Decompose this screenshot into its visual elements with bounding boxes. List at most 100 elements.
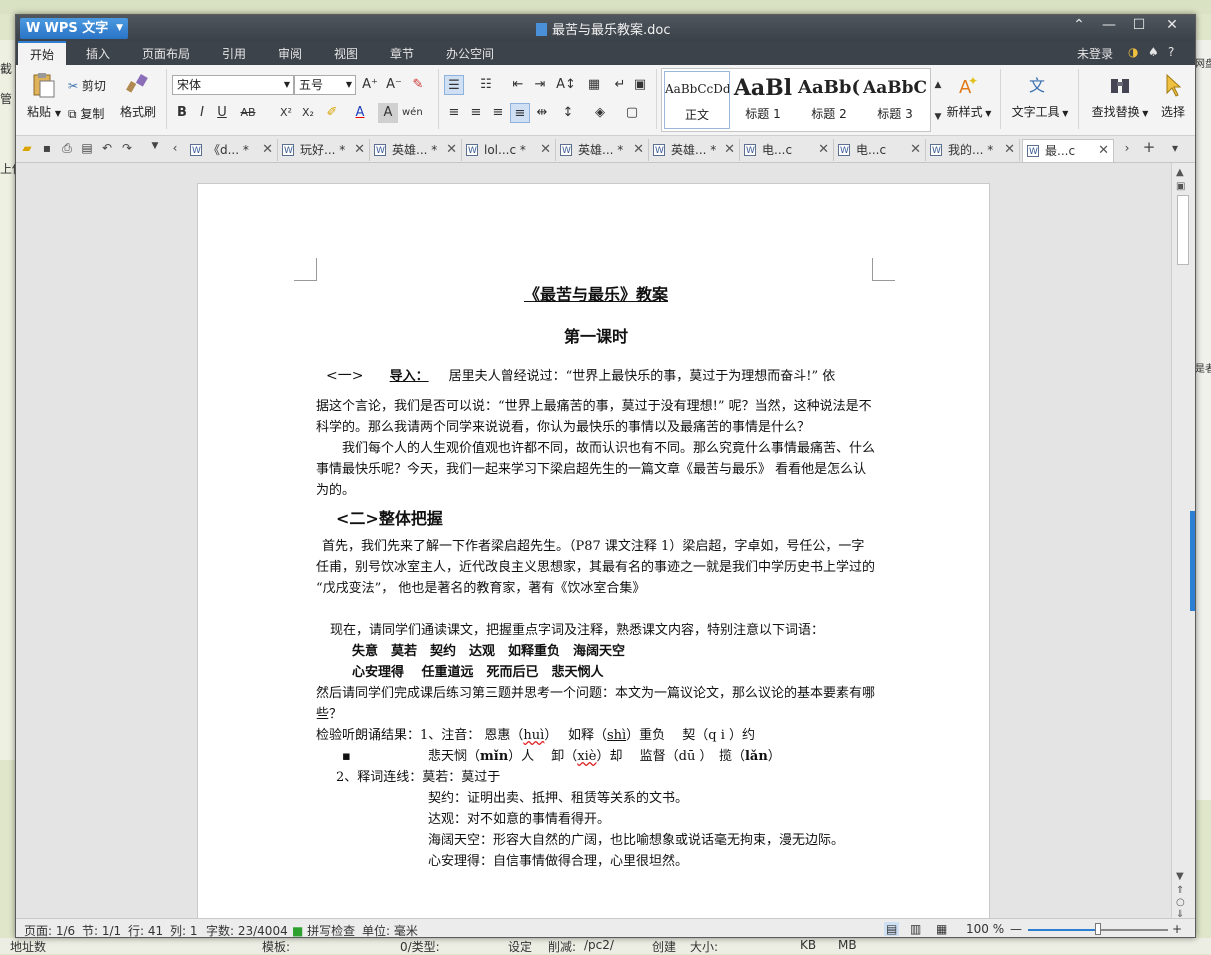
bold-icon[interactable]: B bbox=[172, 103, 192, 123]
menu-view[interactable]: 视图 bbox=[334, 45, 358, 62]
app-menu-button[interactable]: W WPS 文字 ▼ bbox=[20, 18, 128, 39]
doc-tab[interactable]: 英雄... * ✕ bbox=[370, 139, 462, 162]
font-color-icon[interactable]: A bbox=[350, 103, 370, 123]
chevron-right-icon[interactable]: › bbox=[1118, 141, 1136, 155]
close-icon[interactable]: ✕ bbox=[633, 139, 644, 161]
close-icon[interactable]: ✕ bbox=[354, 139, 365, 161]
paint-bucket-icon[interactable]: ◈ bbox=[590, 103, 610, 123]
cut-button[interactable]: ✂ 剪切 bbox=[68, 77, 106, 94]
distributed-icon[interactable]: ⇹ bbox=[532, 103, 552, 123]
save-icon[interactable]: ▪ bbox=[38, 141, 56, 155]
font-size-select[interactable]: 五号 ▼ bbox=[294, 75, 356, 95]
zoom-slider-handle[interactable] bbox=[1095, 923, 1101, 935]
underline-icon[interactable]: U bbox=[212, 103, 232, 123]
skin-icon[interactable]: ◑ bbox=[1128, 45, 1138, 59]
justify-icon[interactable]: ≡ bbox=[510, 103, 530, 123]
style-normal[interactable]: AaBbCcDd 正文 bbox=[664, 71, 730, 129]
collapse-ribbon-button[interactable]: ⌃ bbox=[1066, 17, 1092, 33]
table-icon[interactable]: ▦ bbox=[584, 75, 604, 95]
grow-font-icon[interactable]: A⁺ bbox=[360, 75, 380, 95]
text-tools-button[interactable]: 文 文字工具 ▼ bbox=[1006, 71, 1074, 120]
menu-office-space[interactable]: 办公空间 bbox=[446, 45, 494, 62]
undo-icon[interactable]: ↶ bbox=[98, 141, 116, 155]
menu-chapter[interactable]: 章节 bbox=[390, 45, 414, 62]
redo-icon[interactable]: ↷ bbox=[118, 141, 136, 155]
find-replace-button[interactable]: 查找替换 ▼ bbox=[1086, 71, 1154, 120]
style-heading-2[interactable]: AaBb( 标题 2 bbox=[796, 71, 862, 129]
zoom-out-icon[interactable]: — bbox=[1010, 922, 1022, 936]
close-icon[interactable]: ✕ bbox=[262, 139, 273, 161]
chevron-down-icon[interactable]: ▼ bbox=[146, 141, 164, 151]
align-center-icon[interactable]: ≡ bbox=[466, 103, 486, 123]
style-heading-1[interactable]: AaBl 标题 1 bbox=[730, 71, 796, 129]
new-style-button[interactable]: A ✦ 新样式 ▼ bbox=[941, 71, 997, 120]
menu-page-layout[interactable]: 页面布局 bbox=[142, 45, 190, 62]
doc-tab[interactable]: 我的... * ✕ bbox=[926, 139, 1020, 162]
web-view-icon[interactable]: ▦ bbox=[936, 922, 947, 936]
outline-view-icon[interactable]: ▥ bbox=[910, 922, 921, 936]
align-left-icon[interactable]: ≡ bbox=[444, 103, 464, 123]
document-content[interactable]: 《最苦与最乐》教案 第一课时 <一> 导入： 居里夫人曾经说过：“世界上最快乐的事… bbox=[316, 284, 876, 872]
zoom-in-icon[interactable]: + bbox=[1172, 922, 1182, 936]
shirt-icon[interactable]: ♠ bbox=[1148, 45, 1159, 59]
close-icon[interactable]: ✕ bbox=[1098, 140, 1109, 162]
border-icon[interactable]: ▢ bbox=[622, 103, 642, 123]
doc-tab-active[interactable]: 最...c ✕ bbox=[1022, 139, 1114, 163]
scroll-up-icon[interactable]: ▲ bbox=[1176, 167, 1184, 178]
tab-list-icon[interactable]: ▾ bbox=[1166, 141, 1184, 155]
chevron-left-icon[interactable]: ‹ bbox=[166, 141, 184, 155]
decrease-indent-icon[interactable]: ⇤ bbox=[508, 75, 528, 95]
print-icon[interactable]: ⎙ bbox=[58, 141, 76, 156]
side-panel-toggle[interactable] bbox=[1190, 511, 1195, 611]
shrink-font-icon[interactable]: A⁻ bbox=[384, 75, 404, 95]
strikethrough-icon[interactable]: AB bbox=[238, 103, 258, 123]
doc-tab[interactable]: 英雄... * ✕ bbox=[556, 139, 649, 162]
help-button[interactable]: ? bbox=[1168, 45, 1174, 59]
copy-button[interactable]: ⧉ 复制 bbox=[68, 105, 104, 122]
paste-button[interactable]: 粘贴 ▼ bbox=[22, 71, 66, 120]
highlight-icon[interactable]: ✐ bbox=[322, 103, 342, 123]
scroll-down-icon[interactable]: ▼ bbox=[1176, 871, 1184, 882]
font-name-select[interactable]: 宋体 ▼ bbox=[172, 75, 294, 95]
close-button[interactable]: ✕ bbox=[1159, 17, 1185, 33]
minimize-button[interactable]: — bbox=[1096, 17, 1122, 33]
bullet-list-icon[interactable]: ☰ bbox=[444, 75, 464, 95]
zoom-level[interactable]: 100 % bbox=[966, 922, 1004, 936]
page-frame-icon[interactable]: ▣ bbox=[630, 75, 650, 95]
select-object-icon[interactable]: ▣ bbox=[1176, 181, 1185, 192]
line-spacing-icon[interactable]: ↕ bbox=[558, 103, 578, 123]
doc-tab[interactable]: 电...c ✕ bbox=[834, 139, 926, 162]
menu-references[interactable]: 引用 bbox=[222, 45, 246, 62]
align-right-icon[interactable]: ≡ bbox=[488, 103, 508, 123]
char-shading-icon[interactable]: A bbox=[378, 103, 398, 123]
format-painter-button[interactable]: 格式刷 bbox=[116, 71, 160, 120]
menu-insert[interactable]: 插入 bbox=[86, 45, 110, 62]
text-direction-icon[interactable]: A↕ bbox=[556, 75, 576, 95]
doc-tab[interactable]: 玩好... * ✕ bbox=[278, 139, 370, 162]
menu-home[interactable]: 开始 bbox=[18, 41, 67, 65]
status-unit[interactable]: 单位: 毫米 bbox=[362, 922, 418, 937]
close-icon[interactable]: ✕ bbox=[540, 139, 551, 161]
close-icon[interactable]: ✕ bbox=[724, 139, 735, 161]
paragraph-mark-icon[interactable]: ↵ bbox=[610, 75, 630, 95]
phonetic-guide-icon[interactable]: wén bbox=[402, 103, 423, 123]
print-preview-icon[interactable]: ▤ bbox=[78, 141, 96, 155]
italic-icon[interactable]: I bbox=[192, 103, 212, 123]
status-word-count[interactable]: 字数: 23/4004 bbox=[206, 922, 288, 937]
doc-tab[interactable]: 英雄... * ✕ bbox=[649, 139, 740, 162]
scroll-thumb[interactable] bbox=[1177, 195, 1189, 265]
maximize-button[interactable]: ☐ bbox=[1126, 17, 1152, 33]
spell-check-status[interactable]: ■ 拼写检查 bbox=[292, 922, 355, 937]
open-folder-icon[interactable]: ▰ bbox=[18, 141, 36, 155]
doc-tab[interactable]: 电...c ✕ bbox=[740, 139, 834, 162]
doc-tab[interactable]: 《d... * ✕ bbox=[186, 139, 278, 162]
browse-object-icon[interactable]: ○ bbox=[1176, 897, 1185, 908]
numbered-list-icon[interactable]: ☷ bbox=[476, 75, 496, 95]
increase-indent-icon[interactable]: ⇥ bbox=[530, 75, 550, 95]
document-page[interactable]: 《最苦与最乐》教案 第一课时 <一> 导入： 居里夫人曾经说过：“世界上最快乐的事… bbox=[197, 183, 990, 918]
superscript-icon[interactable]: X² bbox=[276, 103, 296, 123]
prev-page-icon[interactable]: ⇑ bbox=[1176, 885, 1184, 896]
status-page[interactable]: 页面: 1/6 bbox=[24, 922, 75, 937]
page-view-icon[interactable]: ▤ bbox=[884, 922, 900, 936]
style-heading-3[interactable]: AaBbC 标题 3 bbox=[862, 71, 928, 129]
